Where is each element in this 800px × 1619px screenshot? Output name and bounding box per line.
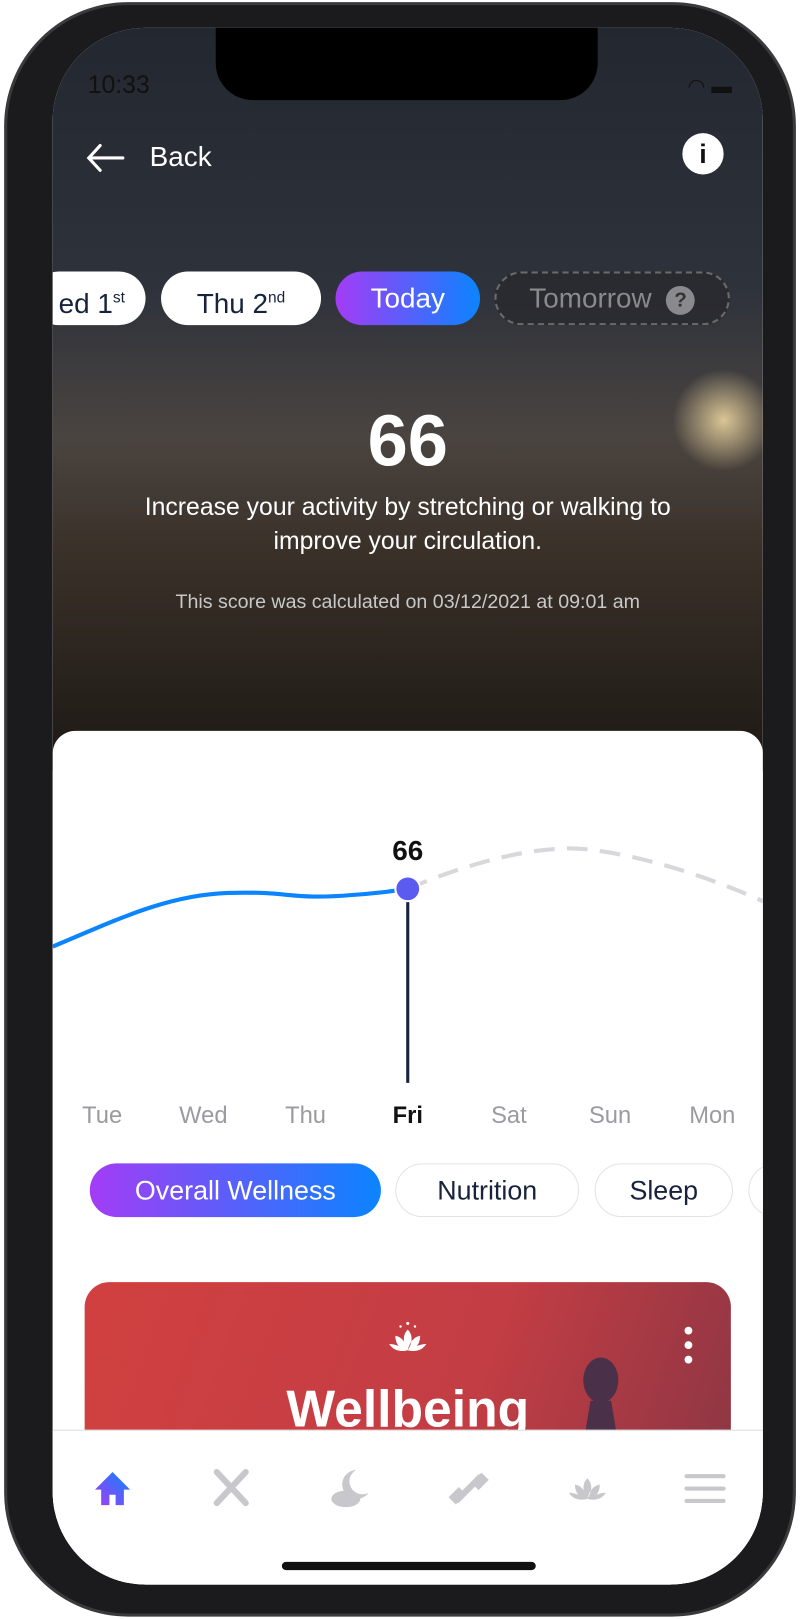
back-label: Back (149, 141, 212, 173)
tab-home-icon[interactable] (92, 1468, 133, 1509)
notch (215, 27, 598, 101)
status-icons: ◠ ▬ (687, 73, 731, 99)
tab-menu-icon[interactable] (684, 1468, 726, 1509)
date-pill-wed[interactable]: ed 1st (52, 271, 146, 326)
help-icon[interactable]: ? (666, 285, 696, 315)
category-sleep[interactable]: Sleep (594, 1163, 733, 1218)
pill-label: Tomorrow (529, 282, 652, 314)
trend-chart[interactable]: 66 (52, 812, 763, 1101)
score-calculated: This score was calculated on 03/12/2021 … (175, 591, 640, 614)
day-label[interactable]: Tue (82, 1101, 122, 1129)
pill-label: Today (370, 282, 445, 314)
day-label[interactable]: Wed (179, 1101, 227, 1129)
score-value: 66 (367, 400, 448, 482)
day-label[interactable]: Mon (689, 1101, 735, 1129)
wifi-icon: ◠ (687, 75, 706, 99)
phone-frame: 10:33 ◠ ▬ Back i ed 1st Thu 2nd Today To… (4, 2, 796, 1617)
pill-label: ed 1 (58, 288, 113, 319)
back-button[interactable]: Back (86, 141, 212, 173)
pill-label: Thu 2 (196, 288, 269, 319)
score-message: Increase your activity by stretching or … (144, 493, 671, 556)
tab-wellbeing-icon[interactable] (567, 1468, 608, 1509)
info-button[interactable]: i (682, 133, 724, 175)
category-overall-wellness[interactable]: Overall Wellness (89, 1163, 381, 1218)
actual-line (52, 886, 409, 949)
date-pill-thu[interactable]: Thu 2nd (161, 271, 322, 326)
tab-fitness-icon[interactable] (448, 1468, 489, 1509)
lotus-icon (389, 1321, 427, 1352)
selected-point[interactable] (394, 875, 422, 903)
day-label[interactable]: Sun (589, 1101, 631, 1129)
home-indicator[interactable] (281, 1561, 536, 1571)
status-time: 10:33 (87, 71, 150, 100)
day-label[interactable]: Fri (393, 1101, 423, 1129)
screen: 10:33 ◠ ▬ Back i ed 1st Thu 2nd Today To… (52, 27, 763, 1585)
pill-sup: nd (268, 289, 286, 307)
more-options-icon[interactable]: • • • (683, 1316, 693, 1374)
battery-icon: ▬ (711, 75, 732, 99)
date-pill-today[interactable]: Today (335, 271, 481, 326)
forecast-line (406, 846, 763, 904)
tab-sleep-icon[interactable] (329, 1468, 370, 1509)
selected-value-label: 66 (392, 835, 423, 866)
arrow-left-icon (86, 143, 125, 172)
category-nutrition[interactable]: Nutrition (395, 1163, 580, 1218)
tab-nutrition-icon[interactable] (211, 1468, 252, 1509)
date-pill-tomorrow[interactable]: Tomorrow? (494, 271, 730, 326)
day-label[interactable]: Thu (285, 1101, 326, 1129)
pill-sup: st (112, 289, 125, 307)
day-label[interactable]: Sat (491, 1101, 527, 1129)
